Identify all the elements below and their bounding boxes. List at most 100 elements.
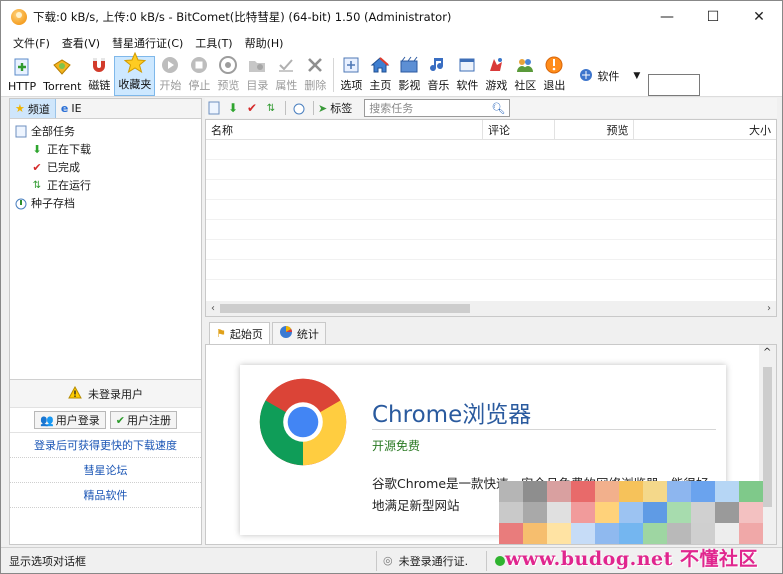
faster-download-link[interactable]: 登录后可获得更快的下载速度 (10, 433, 201, 458)
mosaic-tile (523, 502, 547, 523)
left-panel-tabs: ★ 频道 e IE (10, 99, 201, 119)
tab-start-page[interactable]: ⚑ 起始页 (209, 322, 270, 344)
tag-button[interactable]: ➤ 标签 (318, 100, 352, 116)
http-button[interactable]: HTTP (5, 56, 39, 96)
search-category-label: 软件 (597, 70, 620, 83)
task-list[interactable]: 名称 评论 预览 大小 ‹ › (205, 119, 777, 317)
menu-view[interactable]: 查看(V) (56, 35, 106, 51)
preview-button[interactable]: 预览 (214, 56, 242, 96)
user-register-button[interactable]: ✔ 用户注册 (109, 411, 177, 429)
maximize-button[interactable]: ☐ (690, 1, 736, 33)
forum-link[interactable]: 彗星论坛 (10, 458, 201, 483)
magnet-button[interactable]: 磁链 (85, 56, 113, 96)
tree-item-all-tasks[interactable]: 全部任务 (10, 122, 201, 140)
detail-tabs: ⚑ 起始页 统计 (205, 321, 777, 344)
start-page-icon: ⚑ (216, 327, 226, 340)
menu-tools[interactable]: 工具(T) (189, 35, 238, 51)
mosaic-tile (619, 481, 643, 502)
stop-button[interactable]: 停止 (185, 56, 213, 96)
bitcomet-logo-icon (11, 9, 27, 25)
menu-help[interactable]: 帮助(H) (239, 35, 290, 51)
scroll-left-icon[interactable]: ‹ (206, 303, 220, 314)
empty-row (206, 220, 776, 240)
game-button[interactable]: 游戏 (482, 56, 510, 96)
exit-button[interactable]: 退出 (540, 56, 568, 96)
video-button[interactable]: 影视 (395, 56, 423, 96)
close-button[interactable]: ✕ (736, 1, 782, 33)
mosaic-tile (739, 523, 763, 544)
tab-channels[interactable]: ★ 频道 (10, 99, 56, 118)
tree-item-downloading[interactable]: ⬇ 正在下载 (10, 140, 201, 158)
scroll-up-icon[interactable]: ^ (763, 347, 771, 358)
tab-start-page-label: 起始页 (229, 327, 263, 341)
mosaic-tile (715, 481, 739, 502)
scroll-thumb[interactable] (220, 304, 470, 313)
tree-item-running[interactable]: ⇅ 正在运行 (10, 176, 201, 194)
mosaic-tile (571, 523, 595, 544)
empty-row (206, 140, 776, 160)
tree-item-torrent-archive[interactable]: 种子存档 (10, 194, 201, 212)
mosaic-tile (667, 481, 691, 502)
tag-icon: ➤ (318, 101, 328, 115)
community-button[interactable]: 社区 (511, 56, 539, 96)
tab-channels-label: 频道 (27, 102, 50, 116)
mosaic-tile (643, 502, 667, 523)
scroll-thumb[interactable] (763, 367, 772, 507)
passport-icon: ◎ (383, 554, 393, 567)
mosaic-tile (523, 523, 547, 544)
start-button[interactable]: 开始 (156, 56, 184, 96)
connection-status-icon (495, 555, 505, 566)
mosaic-tile (739, 481, 763, 502)
stop-icon (188, 55, 210, 75)
mosaic-tile (571, 502, 595, 523)
empty-row (206, 200, 776, 220)
horizontal-scrollbar[interactable]: ‹ › (206, 301, 776, 316)
menu-file[interactable]: 文件(F) (7, 35, 56, 51)
download-filter-icon[interactable]: ⬇ (224, 99, 242, 117)
delete-button[interactable]: 删除 (301, 56, 329, 96)
mosaic-tile (715, 523, 739, 544)
tab-statistics[interactable]: 统计 (271, 322, 326, 344)
minimize-button[interactable]: — (644, 1, 690, 33)
column-name[interactable]: 名称 (206, 120, 483, 139)
column-comments[interactable]: 评论 (483, 120, 555, 139)
completed-filter-icon[interactable]: ✔ (243, 99, 261, 117)
home-button[interactable]: 主页 (366, 56, 394, 96)
search-category-selector[interactable]: 软件 ▼ (579, 56, 640, 96)
task-search-placeholder: 搜索任务 (369, 102, 414, 115)
music-button[interactable]: 音乐 (424, 56, 452, 96)
mosaic-tile (523, 481, 547, 502)
warning-icon (68, 385, 82, 402)
column-preview[interactable]: 预览 (555, 120, 635, 139)
tree-item-completed[interactable]: ✔ 已完成 (10, 158, 201, 176)
main-toolbar: HTTP Torrent 磁链 收藏夹 开始 停止 预览 目录 属性 删除 选项… (1, 52, 782, 97)
empty-row (206, 160, 776, 180)
web-search-input[interactable] (648, 74, 701, 96)
menu-passport[interactable]: 彗星通行证(C) (106, 35, 189, 51)
tab-ie[interactable]: e IE (56, 99, 87, 118)
user-login-button[interactable]: 👥 用户登录 (34, 411, 106, 429)
scroll-right-icon[interactable]: › (762, 303, 776, 314)
column-size[interactable]: 大小 (634, 120, 776, 139)
favorites-button[interactable]: 收藏夹 (114, 52, 156, 96)
new-task-icon[interactable] (205, 99, 223, 117)
task-search-input[interactable]: 搜索任务 🔍︎ (364, 99, 511, 117)
mosaic-tile (547, 481, 571, 502)
archive-filter-icon[interactable] (290, 99, 308, 117)
running-filter-icon[interactable]: ⇅ (262, 99, 280, 117)
app-window: 下载:0 kB/s, 上传:0 kB/s - BitComet(比特彗星) (6… (0, 0, 783, 574)
passport-status[interactable]: ◎ 未登录通行证. (377, 550, 487, 571)
mosaic-tile (499, 502, 523, 523)
card-title[interactable]: Chrome浏览器 (372, 395, 531, 429)
torrent-button[interactable]: Torrent (40, 56, 84, 96)
card-divider (372, 429, 716, 430)
search-icon: 🔍︎ (491, 101, 506, 115)
user-register-label: 用户注册 (126, 414, 171, 427)
options-button[interactable]: 选项 (337, 56, 365, 96)
menu-bar: 文件(F) 查看(V) 彗星通行证(C) 工具(T) 帮助(H) (1, 33, 782, 53)
properties-button[interactable]: 属性 (272, 56, 300, 96)
folder-button[interactable]: 目录 (243, 56, 271, 96)
software-button[interactable]: 软件 (453, 56, 481, 96)
featured-software-link[interactable]: 精品软件 (10, 483, 201, 508)
chevron-down-icon: ▼ (633, 71, 641, 81)
